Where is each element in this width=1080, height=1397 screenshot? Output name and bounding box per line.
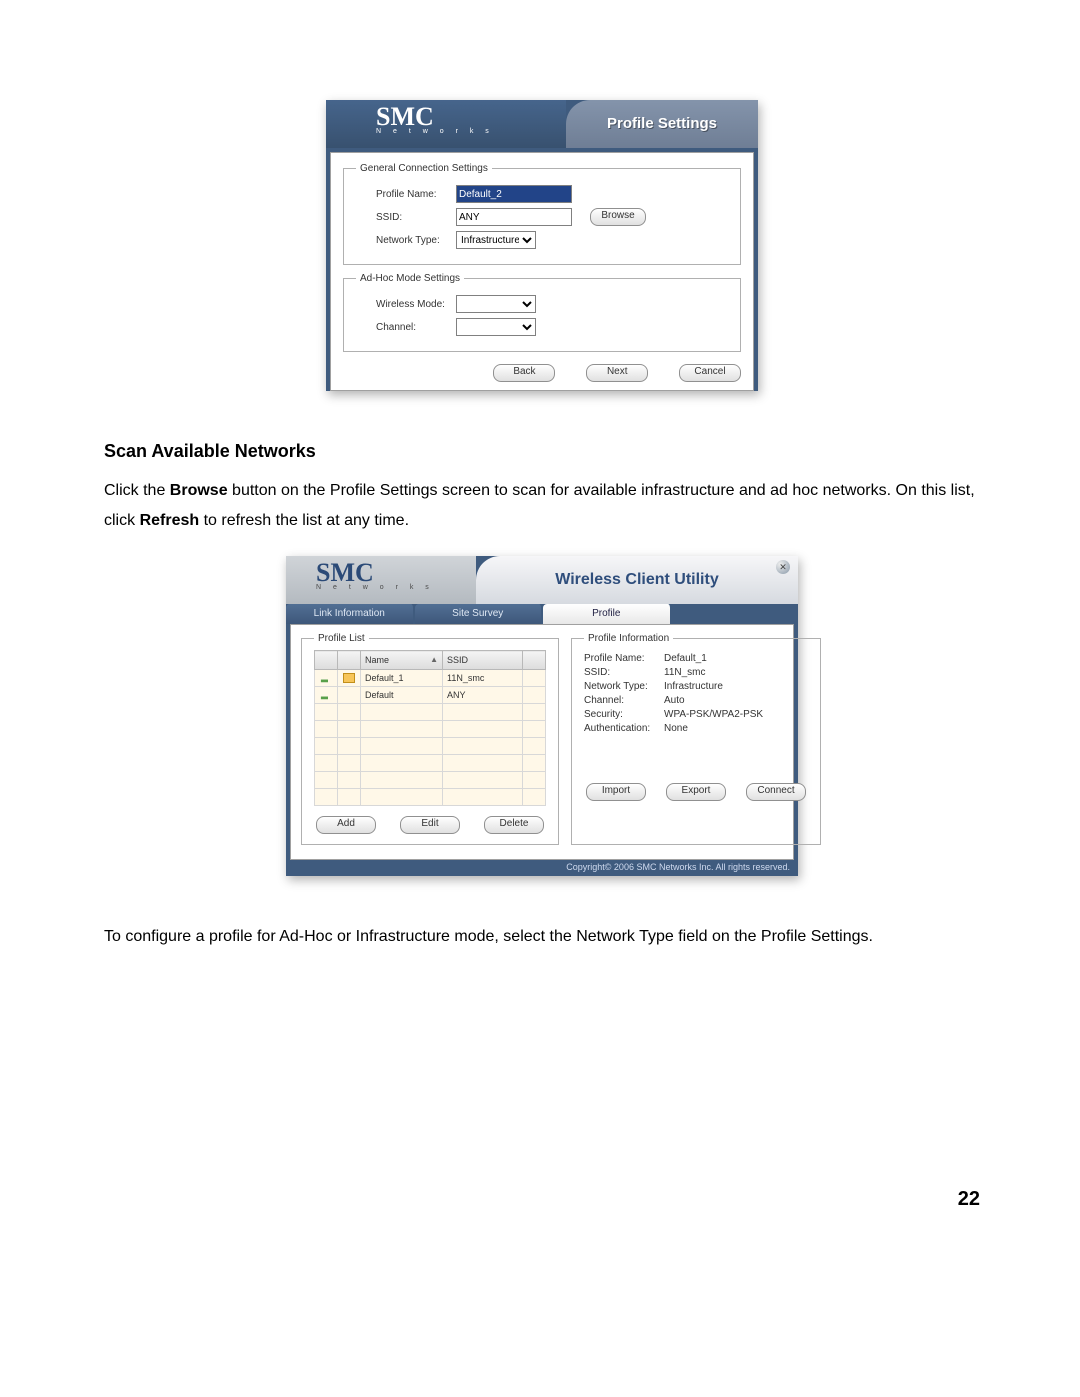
table-row-empty [315,704,546,721]
brand-logo: SMC N e t w o r k s [286,556,476,604]
close-icon[interactable]: ✕ [776,560,790,574]
table-row[interactable]: Default_1 11N_smc [315,670,546,687]
info-security-v: WPA-PSK/WPA2-PSK [664,709,763,720]
intro-paragraph: Click the Browse button on the Profile S… [104,476,980,536]
profile-information-legend: Profile Information [584,633,673,644]
info-profile-name-k: Profile Name: [584,653,664,664]
signal-icon [321,691,331,699]
refresh-keyword: Refresh [140,512,200,529]
profile-settings-dialog: SMC N e t w o r k s Profile Settings Gen… [326,100,758,391]
copyright-footer: Copyright© 2006 SMC Networks Inc. All ri… [286,860,798,876]
ssid-input[interactable] [456,208,572,226]
profile-list-legend: Profile List [314,633,369,644]
adhoc-mode-group: Ad-Hoc Mode Settings Wireless Mode: Chan… [343,273,741,352]
info-profile-name-v: Default_1 [664,653,707,664]
section-heading: Scan Available Networks [104,441,980,462]
network-type-select[interactable]: Infrastructure [456,231,536,249]
cancel-button[interactable]: Cancel [679,364,741,382]
export-button[interactable]: Export [666,783,726,801]
dialog-title: Profile Settings [566,100,758,148]
add-button[interactable]: Add [316,816,376,834]
folder-icon [343,673,355,683]
next-button[interactable]: Next [586,364,648,382]
signal-icon [321,674,331,682]
table-row-empty [315,755,546,772]
brand-subtext: N e t w o r k s [376,128,566,135]
browse-keyword: Browse [170,482,228,499]
tab-link-information[interactable]: Link Information [286,604,415,624]
profile-name-label: Profile Name: [376,189,456,200]
general-connection-group: General Connection Settings Profile Name… [343,163,741,265]
connect-button[interactable]: Connect [746,783,806,801]
wireless-mode-label: Wireless Mode: [376,299,456,310]
table-row-empty [315,789,546,806]
profile-table: Name▲ SSID Default_1 11N_smc D [314,650,546,806]
closing-paragraph: To configure a profile for Ad-Hoc or Inf… [104,926,980,948]
sort-asc-icon: ▲ [430,655,438,664]
cell-ssid: ANY [443,687,523,704]
info-ssid-k: SSID: [584,667,664,678]
delete-button[interactable]: Delete [484,816,544,834]
brand-logo: SMC N e t w o r k s [326,100,566,148]
ssid-label: SSID: [376,212,456,223]
table-row[interactable]: Default ANY [315,687,546,704]
brand-text: SMC [316,558,374,587]
profile-list-group: Profile List Name▲ SSID Default_1 11N_sm… [301,633,559,845]
brand-text: SMC [376,102,434,131]
adhoc-mode-legend: Ad-Hoc Mode Settings [356,273,464,284]
browse-button[interactable]: Browse [590,208,646,226]
general-connection-legend: General Connection Settings [356,163,492,174]
info-auth-k: Authentication: [584,723,664,734]
cell-name: Default [361,687,443,704]
profile-information-group: Profile Information Profile Name:Default… [571,633,821,845]
table-row-empty [315,738,546,755]
wireless-client-utility-window: SMC N e t w o r k s Wireless Client Util… [286,556,798,876]
col-ssid[interactable]: SSID [443,651,523,670]
info-channel-k: Channel: [584,695,664,706]
tab-bar: Link Information Site Survey Profile [286,604,798,624]
channel-label: Channel: [376,322,456,333]
info-auth-v: None [664,723,688,734]
info-channel-v: Auto [664,695,685,706]
cell-ssid: 11N_smc [443,670,523,687]
profile-name-input[interactable] [456,185,572,203]
table-row-empty [315,721,546,738]
import-button[interactable]: Import [586,783,646,801]
network-type-label: Network Type: [376,235,456,246]
back-button[interactable]: Back [493,364,555,382]
channel-select[interactable] [456,318,536,336]
table-header-row: Name▲ SSID [315,651,546,670]
info-network-type-k: Network Type: [584,681,664,692]
info-security-k: Security: [584,709,664,720]
col-name[interactable]: Name▲ [361,651,443,670]
brand-subtext: N e t w o r k s [316,584,476,591]
tab-profile[interactable]: Profile [543,604,672,624]
page-number: 22 [104,1188,980,1211]
cell-name: Default_1 [361,670,443,687]
table-row-empty [315,772,546,789]
edit-button[interactable]: Edit [400,816,460,834]
wireless-mode-select[interactable] [456,295,536,313]
window-title: Wireless Client Utility [476,556,798,604]
info-network-type-v: Infrastructure [664,681,723,692]
tab-site-survey[interactable]: Site Survey [415,604,544,624]
info-ssid-v: 11N_smc [664,667,706,678]
